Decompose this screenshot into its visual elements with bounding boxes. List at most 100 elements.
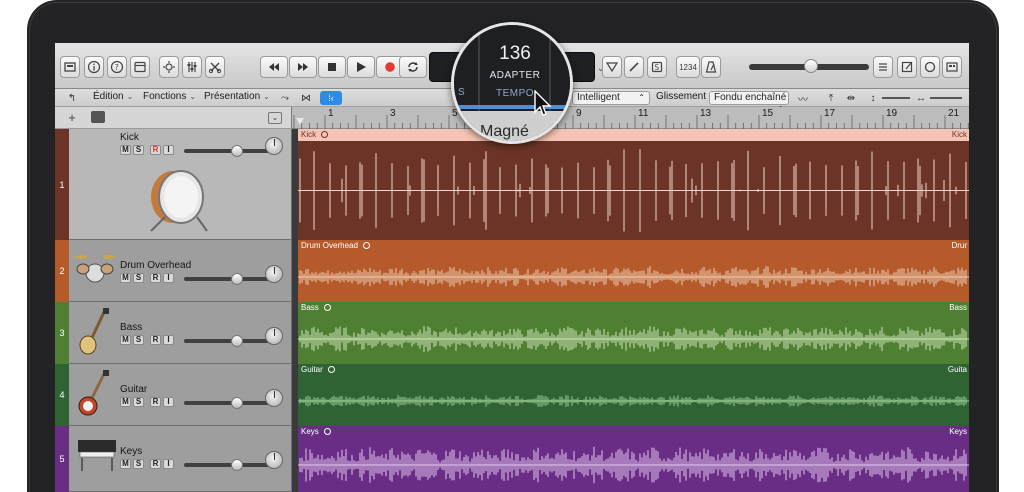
waveform xyxy=(298,266,969,288)
input-monitor-button[interactable]: I xyxy=(163,335,174,345)
editors-icon[interactable] xyxy=(205,56,225,78)
bar-number: 19 xyxy=(886,108,898,119)
playhead[interactable] xyxy=(296,118,304,125)
track-volume-slider[interactable] xyxy=(184,339,270,343)
mute-button[interactable]: M xyxy=(120,335,131,345)
mixer-icon[interactable] xyxy=(182,56,202,78)
track-volume-knob[interactable] xyxy=(231,459,243,471)
region-kick[interactable]: Kick Kick xyxy=(298,129,969,240)
track-name: Bass xyxy=(120,322,143,333)
pencil-icon[interactable] xyxy=(624,56,644,78)
track-header-bass[interactable]: Bass M S R I xyxy=(69,302,292,364)
mute-button[interactable]: M xyxy=(120,145,131,155)
fit-horizontal-icon[interactable]: ⇹ xyxy=(843,91,859,105)
region-keys[interactable]: Keys Keys xyxy=(298,426,969,492)
record-enable-button[interactable]: R xyxy=(150,459,161,469)
metronome-icon[interactable] xyxy=(701,56,721,78)
solo-button[interactable]: S xyxy=(133,459,144,469)
pan-knob[interactable] xyxy=(265,451,283,469)
region-end-label: Kick xyxy=(951,130,967,139)
record-enable-button[interactable]: R xyxy=(150,335,161,345)
add-track-icon[interactable]: + xyxy=(64,111,80,125)
help-icon[interactable]: ? xyxy=(107,56,127,78)
lcd-selection-bar xyxy=(454,105,570,109)
note-pad-icon[interactable] xyxy=(897,56,917,78)
track-header-keys[interactable]: Keys M S R I xyxy=(69,426,292,492)
mute-button[interactable]: M xyxy=(120,397,131,407)
region-bass[interactable]: Bass Bass xyxy=(298,302,969,364)
bar-number: 3 xyxy=(390,108,396,119)
input-monitor-button[interactable]: I xyxy=(163,145,174,155)
global-tracks-icon[interactable] xyxy=(91,111,105,123)
loop-browser-icon[interactable] xyxy=(920,56,940,78)
region-header: Keys xyxy=(298,426,969,438)
horizontal-zoom-slider[interactable] xyxy=(929,91,963,105)
solo-button[interactable]: S xyxy=(133,145,144,155)
track-name: Drum Overhead xyxy=(120,260,192,271)
record-enable-button[interactable]: R xyxy=(150,273,161,283)
tempo-value[interactable]: 136 xyxy=(454,43,570,65)
track-volume-knob[interactable] xyxy=(231,145,243,157)
track-volume-slider[interactable] xyxy=(184,463,270,467)
track-header-kick[interactable]: Kick M S R I xyxy=(69,129,292,240)
track-volume-slider[interactable] xyxy=(184,149,270,153)
track-volume-knob[interactable] xyxy=(231,335,243,347)
track-filter-icon[interactable]: ⌄ xyxy=(268,112,282,124)
master-volume-knob[interactable] xyxy=(804,59,818,73)
track-volume-slider[interactable] xyxy=(184,277,270,281)
region-guitar[interactable]: Guitar Guita xyxy=(298,364,969,426)
input-monitor-button[interactable]: I xyxy=(163,273,174,283)
bar-ruler[interactable]: 1 3 5 9 11 13 15 17 19 21 xyxy=(292,107,969,129)
count-in-button[interactable]: 1234 xyxy=(676,56,700,78)
pan-knob[interactable] xyxy=(265,327,283,345)
solo-button[interactable]: S xyxy=(133,397,144,407)
flex-icon[interactable]: ⋈ xyxy=(298,91,314,105)
drag-mode-selector[interactable]: Fondu enchaîné⌃ xyxy=(709,91,789,114)
info-icon[interactable] xyxy=(84,56,104,78)
tuner-icon[interactable] xyxy=(602,56,622,78)
browser-icon[interactable] xyxy=(942,56,962,78)
waveform-zoom-icon[interactable]: 〰 xyxy=(795,91,811,106)
back-arrow-icon[interactable]: ↰ xyxy=(65,91,79,105)
mute-button[interactable]: M xyxy=(120,273,131,283)
track-volume-knob[interactable] xyxy=(231,397,243,409)
horizontal-zoom-icon[interactable]: ↔ xyxy=(915,91,927,105)
solo-button[interactable]: S xyxy=(133,335,144,345)
track-volume-slider[interactable] xyxy=(184,401,270,405)
catch-playhead-button[interactable]: ⁞‹ xyxy=(320,91,342,105)
record-enable-button[interactable]: R xyxy=(150,397,161,407)
tempo-mode[interactable]: ADAPTER xyxy=(454,70,570,81)
record-enable-button[interactable]: R xyxy=(150,145,161,155)
rewind-icon[interactable] xyxy=(260,56,288,78)
stop-icon[interactable] xyxy=(318,56,346,78)
cycle-icon[interactable] xyxy=(399,56,427,78)
vertical-zoom-icon[interactable]: ↕ xyxy=(867,91,879,105)
edit-menu[interactable]: Édition ⌄ xyxy=(93,91,133,102)
pan-knob[interactable] xyxy=(265,137,283,155)
functions-menu[interactable]: Fonctions ⌄ xyxy=(143,91,196,102)
list-editors-icon[interactable] xyxy=(873,56,893,78)
track-number: 2 xyxy=(55,240,69,302)
toolbar-icon[interactable] xyxy=(130,56,150,78)
track-volume-knob[interactable] xyxy=(231,273,243,285)
fit-vertical-icon[interactable]: ⤒ xyxy=(823,91,839,105)
region-drum-overhead[interactable]: Drum Overhead Drur xyxy=(298,240,969,302)
vertical-zoom-slider[interactable] xyxy=(881,91,911,105)
fast-forward-icon[interactable] xyxy=(289,56,317,78)
pan-knob[interactable] xyxy=(265,389,283,407)
input-monitor-button[interactable]: I xyxy=(163,459,174,469)
track-header-drum-overhead[interactable]: Drum Overhead M S R I xyxy=(69,240,292,302)
input-monitor-button[interactable]: I xyxy=(163,397,174,407)
smart-controls-icon[interactable] xyxy=(159,56,179,78)
mute-button[interactable]: M xyxy=(120,459,131,469)
snap-selector[interactable]: Intelligent ⌃ xyxy=(572,91,650,105)
automation-icon[interactable]: ⤳ xyxy=(277,91,293,105)
play-icon[interactable] xyxy=(347,56,375,78)
solo-button[interactable]: S xyxy=(133,273,144,283)
tracks-header: + ⌄ xyxy=(55,107,292,129)
track-header-guitar[interactable]: Guitar M S R I xyxy=(69,364,292,426)
pan-knob[interactable] xyxy=(265,265,283,283)
solo-icon[interactable]: S xyxy=(647,56,667,78)
library-icon[interactable] xyxy=(60,56,80,78)
view-menu[interactable]: Présentation ⌄ xyxy=(204,91,270,102)
